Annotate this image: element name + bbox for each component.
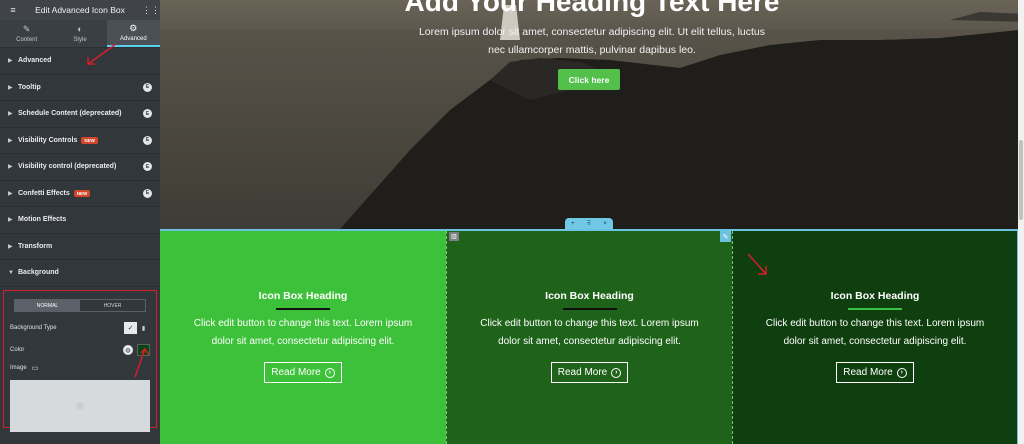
plugin-logo-icon: E <box>143 188 152 198</box>
section-label: Transform <box>18 242 53 250</box>
grid-apps-icon[interactable]: ⋮⋮ <box>142 5 160 16</box>
close-icon[interactable]: × <box>603 221 607 227</box>
hero-heading: Add Your Heading Text Here <box>404 0 780 17</box>
section-label: Background <box>18 269 59 277</box>
icon-box-2[interactable]: Icon Box Heading Click edit button to ch… <box>446 231 732 444</box>
section-label: Visibility Controls <box>18 136 78 144</box>
caret-right-icon: ▶ <box>8 217 13 224</box>
annotation-arrow-icon <box>87 43 117 65</box>
read-more-label: Read More <box>557 367 608 378</box>
tab-content[interactable]: ✎ Content <box>0 20 53 47</box>
caret-right-icon: ▶ <box>8 111 13 118</box>
drag-icon[interactable]: ⠿ <box>587 220 591 227</box>
image-label: Image <box>10 365 27 371</box>
section-tooltip[interactable]: ▶ Tooltip E <box>0 74 160 101</box>
half-circle-icon: ◐ <box>77 23 83 34</box>
tab-hover[interactable]: HOVER <box>80 300 145 311</box>
icon-box-heading: Icon Box Heading <box>830 290 920 302</box>
section-visibility-control-deprecated[interactable]: ▶ Visibility control (deprecated) E <box>0 154 160 181</box>
click-here-button[interactable]: Click here <box>558 69 620 90</box>
section-label: Motion Effects <box>18 216 67 224</box>
desktop-icon[interactable]: ▭ <box>32 364 39 372</box>
hamburger-menu-icon[interactable]: ≡ <box>8 5 18 15</box>
background-type-label: Background Type <box>10 325 57 331</box>
icon-box-heading: Icon Box Heading <box>545 290 634 302</box>
read-more-button[interactable]: Read More › <box>264 362 342 383</box>
background-type-control: Background Type ✓ ▮ <box>10 322 150 334</box>
pencil-icon: ✎ <box>22 23 31 34</box>
caret-down-icon: ▼ <box>8 269 14 276</box>
section-label: Tooltip <box>18 83 41 91</box>
arrow-right-circle-icon: › <box>896 367 907 378</box>
section-background[interactable]: ▼ Background <box>0 260 160 287</box>
hero-section: Add Your Heading Text Here Lorem ipsum d… <box>160 0 1024 229</box>
caret-right-icon: ▶ <box>8 190 13 197</box>
add-icon[interactable]: + <box>571 221 575 227</box>
hero-subtext: Lorem ipsum dolor sit amet, consectetur … <box>418 26 766 56</box>
page-scrollbar[interactable] <box>1018 0 1024 444</box>
section-label: Advanced <box>18 57 52 65</box>
divider <box>276 308 330 310</box>
section-label: Confetti Effects <box>18 189 70 197</box>
panel-title: Edit Advanced Icon Box <box>35 5 125 15</box>
icon-box-1[interactable]: Icon Box Heading Click edit button to ch… <box>160 231 446 444</box>
new-badge: NEW <box>73 189 91 197</box>
divider <box>848 308 902 310</box>
plugin-logo-icon: E <box>143 109 152 119</box>
tab-content-label: Content <box>16 36 38 43</box>
new-badge: NEW <box>81 136 98 144</box>
caret-right-icon: ▶ <box>8 243 13 250</box>
section-confetti-effects[interactable]: ▶ Confetti Effects NEW E <box>0 180 160 207</box>
tab-normal[interactable]: NORMAL <box>15 300 80 311</box>
plugin-logo-icon: E <box>143 162 152 172</box>
caret-right-icon: ▶ <box>8 137 13 144</box>
section-label: Visibility control (deprecated) <box>18 163 117 171</box>
gear-icon: ⚙ <box>129 22 138 33</box>
read-more-label: Read More <box>271 367 321 378</box>
icon-box-row: Icon Box Heading Click edit button to ch… <box>160 229 1024 444</box>
icon-box-text: Click edit button to change this text. L… <box>480 318 699 347</box>
section-motion-effects[interactable]: ▶ Motion Effects <box>0 207 160 234</box>
icon-box-heading: Icon Box Heading <box>258 290 348 302</box>
arrow-right-circle-icon: › <box>324 367 335 378</box>
plugin-logo-icon: E <box>143 135 152 145</box>
section-visibility-controls[interactable]: ▶ Visibility Controls NEW E <box>0 127 160 154</box>
arrow-right-circle-icon: › <box>611 367 622 378</box>
gradient-icon[interactable]: ▮ <box>137 322 150 334</box>
color-label: Color <box>10 347 25 353</box>
annotation-arrow-icon <box>134 347 150 378</box>
tab-advanced-label: Advanced <box>119 35 147 42</box>
section-handle[interactable]: + ⠿ × <box>565 218 613 229</box>
icon-box-text: Click edit button to change this text. L… <box>193 318 413 347</box>
panel-header: ≡ Edit Advanced Icon Box ⋮⋮ <box>0 0 160 20</box>
section-schedule-content[interactable]: ▶ Schedule Content (deprecated) E <box>0 101 160 128</box>
edit-widget-pencil-icon[interactable]: ✎ <box>720 231 731 242</box>
plus-icon: ⊕ <box>75 400 85 412</box>
column-handle[interactable]: ▥ <box>449 232 459 241</box>
caret-right-icon: ▶ <box>8 164 13 171</box>
scrollbar-thumb[interactable] <box>1019 140 1023 220</box>
icon-box-text: Click edit button to change this text. L… <box>765 318 985 347</box>
icon-box-3[interactable]: Icon Box Heading Click edit button to ch… <box>732 231 1018 444</box>
caret-right-icon: ▶ <box>8 84 13 91</box>
image-upload-area[interactable]: ⊕ <box>10 380 150 432</box>
classic-brush-icon[interactable]: ✓ <box>124 322 137 334</box>
annotation-arrow-icon <box>747 253 767 275</box>
section-transform[interactable]: ▶ Transform <box>0 233 160 260</box>
divider <box>562 308 617 310</box>
read-more-button[interactable]: Read More › <box>836 362 914 383</box>
normal-hover-toggle: NORMAL HOVER <box>14 299 146 312</box>
caret-right-icon: ▶ <box>8 58 13 65</box>
plugin-logo-icon: E <box>143 82 152 92</box>
read-more-label: Read More <box>843 367 893 378</box>
read-more-button[interactable]: Read More › <box>550 362 629 383</box>
section-label: Schedule Content (deprecated) <box>18 110 122 118</box>
